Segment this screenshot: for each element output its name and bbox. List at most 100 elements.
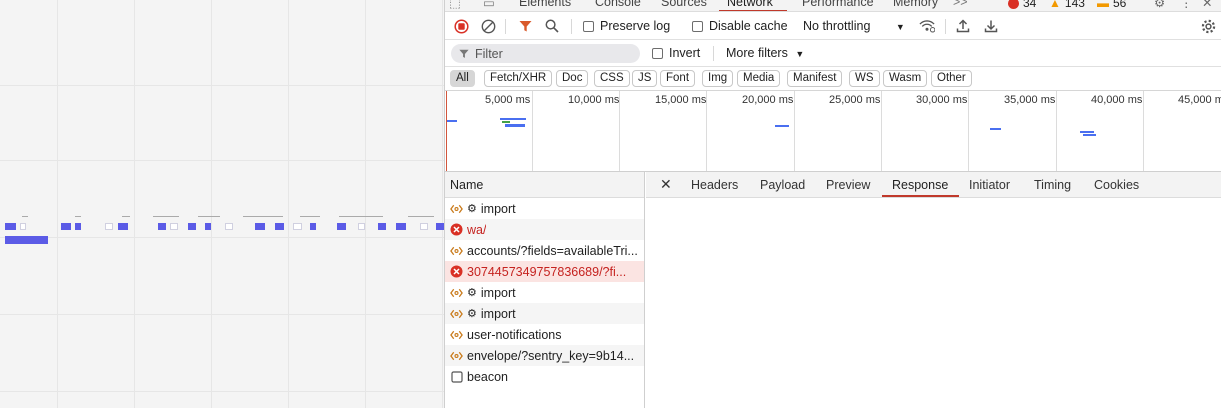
search-icon[interactable] xyxy=(544,18,560,34)
type-filter-wasm[interactable]: Wasm xyxy=(883,70,928,87)
request-detail-pane: ✕ Headers Payload Preview Response Initi… xyxy=(646,172,1221,408)
toolbar-separator xyxy=(571,19,572,34)
request-row[interactable]: envelope/?sentry_key=9b14... xyxy=(445,345,644,366)
grid-line xyxy=(442,0,443,408)
inspect-icon[interactable]: ⬚ xyxy=(449,0,461,10)
type-filter-js[interactable]: JS xyxy=(632,70,658,87)
device-toggle-icon[interactable]: ▭ xyxy=(483,0,495,10)
more-filters-dropdown[interactable]: More filters ▼ xyxy=(726,46,804,60)
name-column-header[interactable]: Name xyxy=(445,172,644,198)
more-tabs-icon[interactable]: >> xyxy=(953,0,968,9)
minimap-block xyxy=(396,223,406,230)
devtools-panel: ⬚ ▭ Elements Console Sources Network Per… xyxy=(444,0,1221,408)
type-filter-img[interactable]: Img xyxy=(702,70,734,87)
record-icon[interactable] xyxy=(453,18,469,34)
type-filter-fetch-xhr[interactable]: Fetch/XHR xyxy=(484,70,553,87)
tab-response[interactable]: Response xyxy=(892,178,948,192)
request-row[interactable]: beacon xyxy=(445,366,644,387)
type-filter-other[interactable]: Other xyxy=(931,70,972,87)
type-filter-all[interactable]: All xyxy=(450,70,475,87)
throttling-value: No throttling xyxy=(803,19,871,33)
preserve-log-checkbox[interactable] xyxy=(583,20,594,32)
timeline-label: 45,000 ms xyxy=(1178,94,1221,106)
minimap-block xyxy=(61,223,71,230)
request-row[interactable]: wa/ xyxy=(445,219,644,240)
error-count: 34 xyxy=(1023,0,1037,10)
filter-input[interactable]: Filter xyxy=(451,44,640,63)
request-row[interactable]: ⚙ import xyxy=(445,303,644,324)
network-overview-timeline[interactable]: 5,000 ms 10,000 ms 15,000 ms 20,000 ms 2… xyxy=(445,91,1221,172)
resource-type-filters: All Fetch/XHR Doc CSS JS Font Img Media … xyxy=(445,67,1221,91)
customize-menu-icon[interactable]: ⋮ xyxy=(1180,0,1193,10)
type-filter-media[interactable]: Media xyxy=(737,70,781,87)
request-name: import xyxy=(480,306,516,321)
minimap-tick xyxy=(22,216,28,217)
filter-funnel-icon[interactable] xyxy=(517,18,533,34)
network-toolbar: Preserve log Disable cache No throttling… xyxy=(445,12,1221,40)
tab-network[interactable]: Network xyxy=(727,0,773,9)
throttling-select[interactable]: No throttling ▼ xyxy=(803,19,905,33)
network-conditions-icon[interactable] xyxy=(919,18,935,34)
invert-toggle[interactable]: Invert xyxy=(652,46,700,60)
active-detail-tab-indicator xyxy=(882,195,959,197)
timeline-label: 20,000 ms xyxy=(742,94,794,106)
tab-headers[interactable]: Headers xyxy=(691,178,738,192)
request-row[interactable]: accounts/?fields=availableTri... xyxy=(445,240,644,261)
fetch-icon xyxy=(450,286,463,299)
tab-elements[interactable]: Elements xyxy=(519,0,571,9)
clear-icon[interactable] xyxy=(480,18,496,34)
minimap-tick xyxy=(198,216,220,217)
request-row[interactable]: 3074457349757836689/?fi... xyxy=(445,261,644,282)
network-settings-gear-icon[interactable] xyxy=(1200,18,1216,34)
timeline-grid-line xyxy=(968,91,969,171)
request-row[interactable]: ⚙ import xyxy=(445,282,644,303)
timeline-grid-line xyxy=(881,91,882,171)
request-name: import xyxy=(480,285,516,300)
disable-cache-toggle[interactable]: Disable cache xyxy=(692,19,788,33)
tab-console[interactable]: Console xyxy=(595,0,641,9)
tab-sources[interactable]: Sources xyxy=(661,0,707,9)
tab-memory[interactable]: Memory xyxy=(893,0,938,9)
minimap-block xyxy=(188,223,196,230)
type-filter-css[interactable]: CSS xyxy=(594,70,630,87)
timeline-label: 30,000 ms xyxy=(916,94,968,106)
timeline-label: 40,000 ms xyxy=(1091,94,1143,106)
tab-performance[interactable]: Performance xyxy=(802,0,874,9)
grid-line xyxy=(0,314,444,315)
type-filter-manifest[interactable]: Manifest xyxy=(787,70,843,87)
close-devtools-icon[interactable]: ✕ xyxy=(1202,0,1212,10)
tab-payload[interactable]: Payload xyxy=(760,178,805,192)
type-filter-doc[interactable]: Doc xyxy=(556,70,589,87)
message-count-badge[interactable]: ▬ 56 xyxy=(1097,0,1126,10)
timeline-grid-line xyxy=(1056,91,1057,171)
minimap-block xyxy=(225,223,233,230)
error-count-badge[interactable]: 34 xyxy=(1008,0,1036,10)
disable-cache-checkbox[interactable] xyxy=(692,20,703,32)
timeline-request-bar xyxy=(990,128,1001,130)
timeline-request-bar xyxy=(1080,131,1094,133)
invert-checkbox[interactable] xyxy=(652,47,663,59)
minimap-block xyxy=(275,223,284,230)
type-filter-ws[interactable]: WS xyxy=(849,70,880,87)
settings-gear-icon[interactable]: ⚙ xyxy=(1154,0,1165,10)
close-detail-icon[interactable]: ✕ xyxy=(660,176,672,193)
message-count: 56 xyxy=(1113,0,1127,10)
request-row[interactable]: user-notifications xyxy=(445,324,644,345)
toolbar-separator xyxy=(713,46,714,61)
minimap-block xyxy=(158,223,166,230)
grid-line xyxy=(0,85,444,86)
warning-count-badge[interactable]: ▲ 143 xyxy=(1049,0,1085,10)
preserve-log-toggle[interactable]: Preserve log xyxy=(583,19,670,33)
tab-preview[interactable]: Preview xyxy=(826,178,870,192)
type-filter-font[interactable]: Font xyxy=(660,70,696,87)
import-har-icon[interactable] xyxy=(955,18,971,34)
export-har-icon[interactable] xyxy=(983,18,999,34)
tab-initiator[interactable]: Initiator xyxy=(969,178,1010,192)
tab-cookies[interactable]: Cookies xyxy=(1094,178,1139,192)
timeline-label: 15,000 ms xyxy=(655,94,707,106)
tab-timing[interactable]: Timing xyxy=(1034,178,1071,192)
request-name: beacon xyxy=(467,369,509,384)
minimap-block xyxy=(75,223,81,230)
grid-line xyxy=(0,237,444,238)
request-row[interactable]: ⚙ import xyxy=(445,198,644,219)
